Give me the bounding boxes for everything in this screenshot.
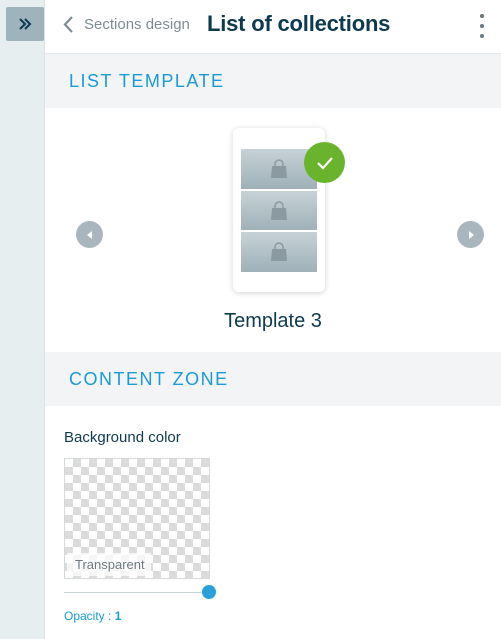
back-link-label: Sections design — [84, 16, 190, 33]
content-zone-panel: Background color Transparent Opacity : 1 — [45, 406, 501, 639]
chevron-left-icon — [63, 16, 73, 33]
opacity-value: 1 — [114, 609, 122, 623]
shopping-bag-icon — [271, 159, 287, 178]
triangle-right-icon — [468, 230, 474, 239]
content-zone-section-header: CONTENT ZONE — [45, 352, 501, 406]
section-title: CONTENT ZONE — [69, 369, 229, 389]
carousel-prev-button[interactable] — [76, 221, 103, 248]
double-chevron-right-icon — [19, 18, 32, 30]
background-color-label: Background color — [64, 429, 181, 446]
opacity-readout: Opacity : 1 — [64, 609, 121, 623]
shopping-bag-icon — [271, 200, 287, 220]
list-item-preview — [241, 190, 317, 231]
header-bar: Sections design List of collections — [45, 0, 501, 54]
back-link[interactable]: Sections design — [63, 15, 190, 34]
slider-handle[interactable] — [202, 585, 216, 599]
swatch-value: Transparent — [67, 553, 151, 576]
opacity-label: Opacity : — [64, 609, 112, 623]
background-color-swatch[interactable]: Transparent — [64, 458, 210, 579]
template-name: Template 3 — [224, 310, 322, 332]
triangle-left-icon — [86, 230, 92, 239]
selected-check-icon — [304, 142, 345, 183]
carousel-next-button[interactable] — [457, 221, 484, 248]
left-rail — [0, 0, 45, 639]
slider-track — [64, 592, 208, 593]
expand-sidebar-button[interactable] — [6, 7, 44, 41]
more-options-icon[interactable] — [477, 14, 487, 38]
list-item-preview — [241, 232, 317, 273]
section-title: LIST TEMPLATE — [69, 71, 225, 91]
list-template-section-header: LIST TEMPLATE — [45, 54, 501, 108]
opacity-slider[interactable] — [64, 584, 216, 600]
template-carousel: Template 3 — [45, 108, 501, 352]
page-title: List of collections — [207, 11, 391, 36]
shopping-bag-icon — [271, 242, 287, 262]
